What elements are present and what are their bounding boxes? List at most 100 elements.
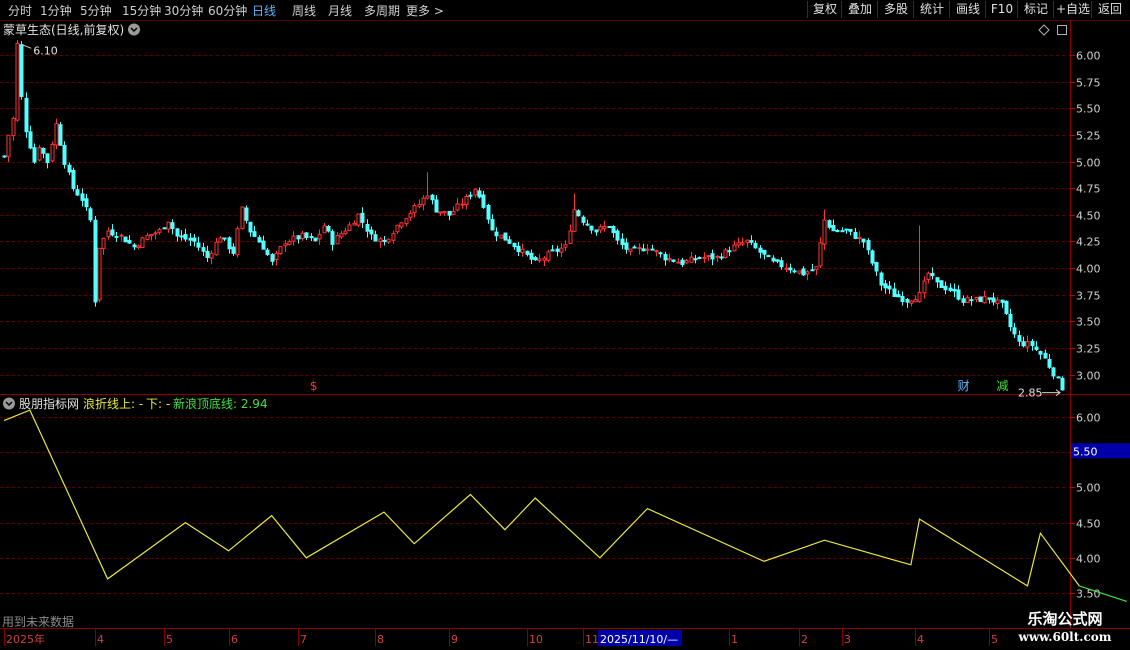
watermark-title: 乐淘公式网 xyxy=(1027,610,1103,628)
candle-body-52 xyxy=(227,237,232,250)
candle-body-180 xyxy=(779,260,784,268)
candle-body-96 xyxy=(417,203,422,208)
candle-body-21 xyxy=(93,219,98,303)
candle-body-194 xyxy=(840,230,845,233)
candle-body-117 xyxy=(507,239,512,244)
candle-body-43 xyxy=(188,237,193,241)
candle-body-2 xyxy=(11,117,16,137)
candle-body-44 xyxy=(192,237,197,242)
main-y-tick-9: 5.25 xyxy=(1076,130,1101,143)
date-label-4: 7 xyxy=(300,633,307,646)
candle-body-234 xyxy=(1012,327,1017,335)
candle-body-202 xyxy=(874,262,879,272)
candle-body-87 xyxy=(378,238,383,243)
date-label-8: 11 xyxy=(585,633,599,646)
legend-new: 新浪顶底线: 2.94 xyxy=(173,396,268,411)
candle-body-208 xyxy=(900,295,905,302)
candle-body-25 xyxy=(110,229,115,236)
candle-body-49 xyxy=(214,241,219,256)
candle-body-121 xyxy=(525,250,530,255)
candle-body-167 xyxy=(723,249,728,259)
candle-body-134 xyxy=(581,216,586,223)
candle-body-119 xyxy=(516,245,521,253)
candle-body-198 xyxy=(857,236,862,239)
candle-body-8 xyxy=(37,147,42,161)
candle-body-30 xyxy=(132,244,137,248)
watermark-url: www.60lt.com xyxy=(1018,630,1112,644)
candle-body-116 xyxy=(503,232,508,241)
candle-body-201 xyxy=(870,250,875,264)
candle-body-97 xyxy=(421,197,426,206)
candle-body-242 xyxy=(1047,358,1052,368)
candle-body-169 xyxy=(732,244,737,252)
candle-body-12 xyxy=(54,123,59,146)
candle-body-237 xyxy=(1025,341,1030,348)
candle-body-111 xyxy=(481,194,486,208)
candle-body-138 xyxy=(598,226,603,231)
main-y-tick-12: 6.00 xyxy=(1076,50,1101,63)
candle-body-142 xyxy=(615,230,620,241)
candle-body-216 xyxy=(935,277,940,283)
candle-body-190 xyxy=(822,219,827,245)
candle-body-123 xyxy=(533,257,538,261)
date-label-1: 4 xyxy=(97,633,104,646)
candle-body-188 xyxy=(814,266,819,270)
candle-body-179 xyxy=(775,259,780,262)
candle-body-122 xyxy=(529,252,534,260)
candle-body-11 xyxy=(50,144,55,162)
candle-body-151 xyxy=(654,250,659,253)
candle-body-178 xyxy=(771,257,776,262)
candle-body-183 xyxy=(792,270,797,273)
candle-body-16 xyxy=(71,170,76,190)
candle-body-113 xyxy=(490,219,495,231)
candle-body-233 xyxy=(1008,313,1013,328)
candle-body-127 xyxy=(550,249,555,252)
candle-body-195 xyxy=(844,228,849,231)
candle-body-156 xyxy=(676,261,681,264)
candle-body-28 xyxy=(123,236,128,243)
candle-body-171 xyxy=(740,242,745,245)
candle-body-85 xyxy=(369,229,374,235)
current-value-tag: 5.50 xyxy=(1073,445,1098,458)
candle-body-239 xyxy=(1034,346,1039,350)
date-label-5: 8 xyxy=(377,633,384,646)
main-y-tick-3: 3.75 xyxy=(1076,290,1101,303)
candle-body-83 xyxy=(360,212,365,223)
date-label-6: 9 xyxy=(451,633,458,646)
candle-body-135 xyxy=(585,223,590,226)
candle-body-79 xyxy=(343,230,348,235)
candle-body-133 xyxy=(576,210,581,217)
candle-body-110 xyxy=(477,190,482,198)
candle-body-88 xyxy=(382,239,387,242)
date-label-3: 6 xyxy=(231,633,238,646)
candle-body-149 xyxy=(645,248,650,251)
candle-body-126 xyxy=(546,251,551,261)
candle-body-19 xyxy=(84,198,89,208)
main-y-tick-10: 5.50 xyxy=(1076,103,1101,116)
candle-body-223 xyxy=(965,297,970,303)
candle-body-184 xyxy=(797,270,802,274)
candle-body-154 xyxy=(667,257,672,261)
candle-body-93 xyxy=(404,218,409,225)
candle-body-130 xyxy=(563,244,568,248)
candle-body-222 xyxy=(961,298,966,303)
candle-body-220 xyxy=(952,288,957,292)
candle-body-172 xyxy=(745,239,750,244)
main-y-tick-8: 5.00 xyxy=(1076,157,1101,170)
candle-body-145 xyxy=(628,248,633,252)
candle-body-240 xyxy=(1038,351,1043,355)
candle-body-161 xyxy=(697,257,702,260)
candle-body-205 xyxy=(887,285,892,290)
candle-body-53 xyxy=(231,246,236,254)
candle-body-105 xyxy=(455,203,460,211)
candle-body-18 xyxy=(80,193,85,201)
candle-body-162 xyxy=(702,256,707,259)
candle-body-245 xyxy=(1060,377,1065,391)
candle-body-125 xyxy=(542,257,547,261)
candle-body-3 xyxy=(15,42,20,121)
candle-body-193 xyxy=(835,230,840,233)
candle-body-71 xyxy=(309,236,314,239)
candle-body-4 xyxy=(19,44,24,98)
candle-body-229 xyxy=(991,297,996,303)
candle-body-231 xyxy=(1000,299,1005,303)
